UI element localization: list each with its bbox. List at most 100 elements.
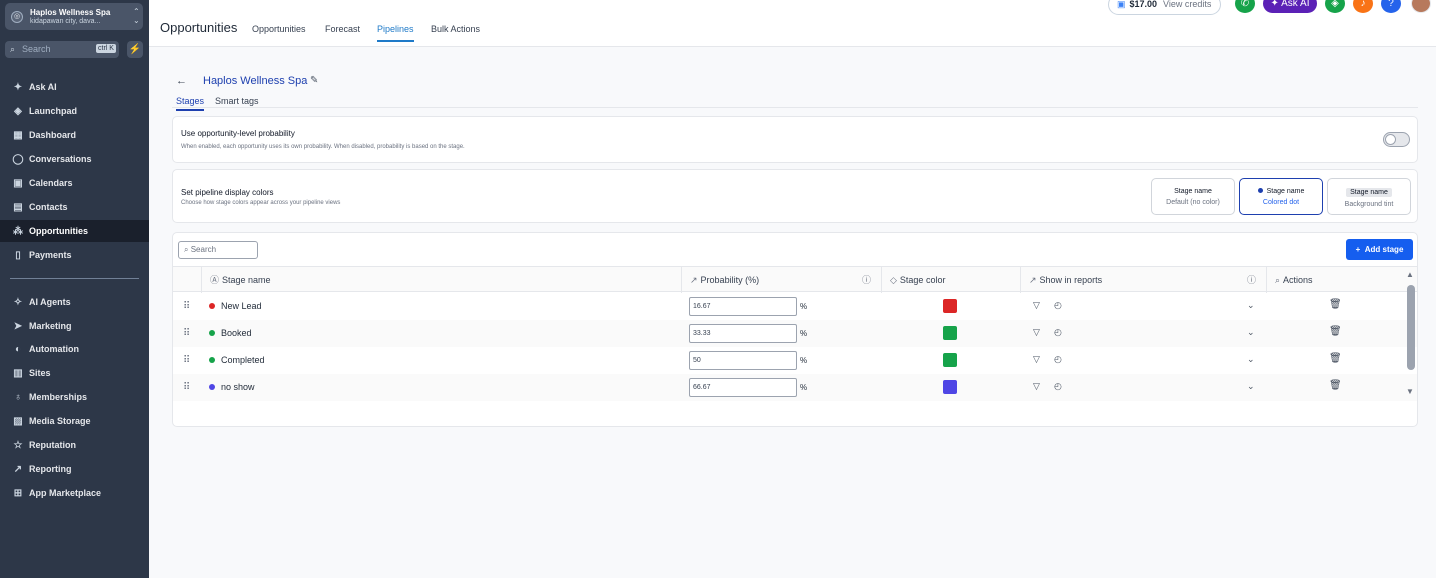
sidebar-item-calendars[interactable]: ▣ Calendars [0, 172, 149, 194]
sidebar-item-marketing[interactable]: ➤ Marketing [0, 315, 149, 337]
stage-color-swatch[interactable] [943, 326, 957, 340]
credits-button[interactable]: ▣ $17.00 View credits [1108, 0, 1221, 15]
col-show-in-reports[interactable]: ↗ Show in reports ⓘ [1020, 267, 1266, 293]
ask-ai-label: Ask AI [1281, 0, 1310, 9]
col-actions[interactable]: ⌕ Actions [1266, 267, 1406, 293]
phone-icon[interactable]: ✆ [1235, 0, 1255, 13]
stage-name: New Lead [221, 301, 262, 311]
shortcut-badge: ctrl K [96, 44, 116, 53]
probability-input[interactable]: 16.67 [689, 297, 797, 316]
sidebar-item-memberships[interactable]: ♁ Memberships [0, 386, 149, 408]
sidebar-item-dashboard[interactable]: ▦ Dashboard [0, 124, 149, 146]
col-stage-name[interactable]: Ⓐ Stage name [201, 267, 681, 293]
info-icon[interactable]: ⓘ [862, 267, 871, 293]
help-icon[interactable]: ? [1381, 0, 1401, 13]
color-option-background-tint[interactable]: Stage name Background tint [1327, 178, 1411, 215]
delete-trash-icon[interactable]: 🗑 [1329, 326, 1342, 337]
megaphone-icon[interactable]: ◈ [1325, 0, 1345, 13]
account-switcher[interactable]: ◎ Haplos Wellness Spa kidapawan city, da… [5, 3, 143, 30]
stage-search-input[interactable]: ⌕ Search [178, 241, 258, 259]
col-stage-color[interactable]: ◇ Stage color [881, 267, 1020, 293]
sidebar-item-ai-agents[interactable]: ✧ AI Agents [0, 291, 149, 313]
pie-chart-icon[interactable]: ◴ [1054, 354, 1062, 365]
search-placeholder: Search [22, 44, 51, 54]
funnel-icon[interactable]: ▽ [1033, 354, 1040, 365]
sidebar-item-ask-ai[interactable]: ✦ Ask AI [0, 76, 149, 98]
tab-pipelines[interactable]: Pipelines [377, 24, 414, 42]
trend-icon: ↗ [13, 463, 23, 475]
delete-trash-icon[interactable]: 🗑 [1329, 299, 1342, 310]
probability-input[interactable]: 33.33 [689, 324, 797, 343]
chevron-down-icon[interactable]: ⌄ [1247, 300, 1255, 311]
subtab-stages[interactable]: Stages [176, 96, 205, 111]
sidebar-item-label: Conversations [29, 154, 92, 164]
chevron-down-icon[interactable]: ⌄ [1247, 327, 1255, 338]
page-title: Opportunities [160, 20, 238, 35]
delete-trash-icon[interactable]: 🗑 [1329, 353, 1342, 364]
tab-opportunities[interactable]: Opportunities [252, 24, 306, 40]
back-arrow-icon[interactable]: ← [176, 75, 187, 87]
user-avatar[interactable] [1411, 0, 1431, 13]
delete-trash-icon[interactable]: 🗑 [1329, 380, 1342, 391]
sidebar-item-sites[interactable]: ▥ Sites [0, 362, 149, 384]
sidebar-item-label: Reputation [29, 440, 76, 450]
drag-handle-icon[interactable]: ⠿ [183, 355, 190, 366]
drag-handle-icon[interactable]: ⠿ [183, 301, 190, 312]
sidebar-item-app-marketplace[interactable]: ⊞ App Marketplace [0, 482, 149, 504]
quick-action-bolt-icon[interactable]: ⚡ [127, 41, 143, 58]
edit-pencil-icon[interactable]: ✎ [310, 75, 318, 86]
location-icon: ◎ [11, 11, 23, 23]
tab-bulk-actions[interactable]: Bulk Actions [431, 24, 480, 40]
drag-handle-icon[interactable]: ⠿ [183, 382, 190, 393]
add-stage-button[interactable]: + Add stage [1346, 239, 1413, 260]
star-icon: ☆ [13, 439, 23, 451]
scroll-up-arrow-icon[interactable]: ▲ [1406, 270, 1414, 279]
sidebar-item-automation[interactable]: ◐ Automation [0, 338, 149, 360]
stages-table-card: ⌕ Search + Add stage Ⓐ Stage name ↗ Probab… [172, 232, 1418, 427]
paint-bucket-icon: ◇ [890, 275, 897, 285]
info-icon[interactable]: ⓘ [1247, 267, 1256, 293]
scroll-down-arrow-icon[interactable]: ▼ [1406, 387, 1414, 396]
funnel-icon[interactable]: ▽ [1033, 327, 1040, 338]
tab-forecast[interactable]: Forecast [325, 24, 360, 40]
stage-color-swatch[interactable] [943, 380, 957, 394]
sidebar-item-reputation[interactable]: ☆ Reputation [0, 434, 149, 456]
color-option-colored-dot[interactable]: Stage name Colored dot [1239, 178, 1323, 215]
account-location: kidapawan city, dava... [30, 18, 101, 25]
sidebar-item-reporting[interactable]: ↗ Reporting [0, 458, 149, 480]
sidebar-item-payments[interactable]: ▯ Payments [0, 244, 149, 266]
color-option-default[interactable]: Stage name Default (no color) [1151, 178, 1235, 215]
chevron-down-icon[interactable]: ⌄ [1247, 381, 1255, 392]
percent-unit: % [800, 302, 808, 311]
pie-chart-icon[interactable]: ◴ [1054, 381, 1062, 392]
sidebar-item-conversations[interactable]: ◯ Conversations [0, 148, 149, 170]
sidebar-item-opportunities[interactable]: ⁂ Opportunities [0, 220, 149, 242]
sidebar-item-launchpad[interactable]: ◈ Launchpad [0, 100, 149, 122]
chat-icon: ◯ [12, 153, 24, 165]
percent-unit: % [800, 383, 808, 392]
sidebar-item-media-storage[interactable]: ▨ Media Storage [0, 410, 149, 432]
sidebar-item-contacts[interactable]: ▤ Contacts [0, 196, 149, 218]
probability-input[interactable]: 50 [689, 351, 797, 370]
chevron-down-icon[interactable]: ⌄ [1247, 354, 1255, 365]
table-row: ⠿ no show 66.67 % ▽ ◴ ⌄ 🗑 [173, 374, 1417, 401]
col-probability[interactable]: ↗ Probability (%) ⓘ [681, 267, 881, 293]
probability-input[interactable]: 66.67 [689, 378, 797, 397]
subtab-divider [172, 107, 1418, 108]
sidebar-item-label: Opportunities [29, 226, 88, 236]
scrollbar-thumb[interactable] [1407, 285, 1415, 370]
receipt-icon: ▯ [15, 249, 21, 261]
stage-color-swatch[interactable] [943, 353, 957, 367]
pie-chart-icon[interactable]: ◴ [1054, 300, 1062, 311]
stage-color-swatch[interactable] [943, 299, 957, 313]
bell-icon[interactable]: ♪ [1353, 0, 1373, 13]
pie-chart-icon[interactable]: ◴ [1054, 327, 1062, 338]
probability-toggle[interactable] [1383, 132, 1410, 147]
sidebar-item-label: Marketing [29, 321, 72, 331]
drag-handle-icon[interactable]: ⠿ [183, 328, 190, 339]
funnel-icon[interactable]: ▽ [1033, 300, 1040, 311]
table-scrollbar[interactable]: ▲ ▼ [1406, 270, 1415, 398]
ask-ai-button[interactable]: ✦ Ask AI [1263, 0, 1317, 13]
sidebar-search-input[interactable]: ⌕ Search ctrl K [5, 41, 119, 58]
funnel-icon[interactable]: ▽ [1033, 381, 1040, 392]
